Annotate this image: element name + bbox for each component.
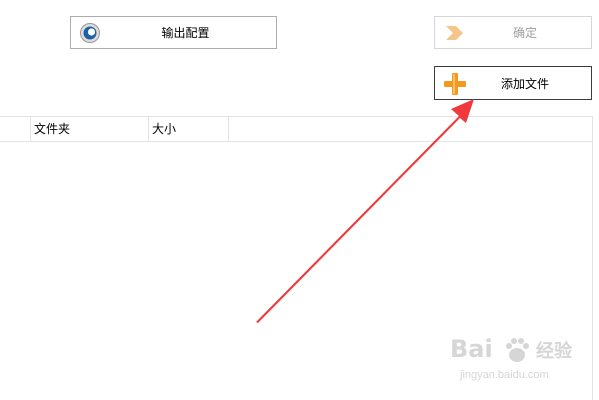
baidu-watermark: Bai 经验 jingyan.baidu.com	[450, 335, 590, 385]
output-config-label: 输出配置	[161, 26, 210, 40]
gear-icon	[79, 22, 101, 44]
column-header-folder[interactable]: 文件夹	[31, 117, 149, 141]
table-header: 文件夹 大小	[0, 117, 593, 142]
watermark-suffix: 经验	[536, 341, 572, 362]
column-header-blank[interactable]	[0, 117, 31, 141]
column-header-size[interactable]: 大小	[149, 117, 229, 141]
watermark-url: jingyan.baidu.com	[460, 369, 549, 381]
watermark-logo-text: Bai	[450, 335, 493, 363]
add-file-button[interactable]: 添加文件	[434, 66, 592, 100]
output-config-button[interactable]: 输出配置	[70, 16, 277, 49]
arrow-right-icon	[443, 22, 465, 44]
plus-icon	[443, 72, 466, 95]
ok-button[interactable]: 确定	[434, 16, 592, 49]
paw-icon	[502, 335, 532, 369]
